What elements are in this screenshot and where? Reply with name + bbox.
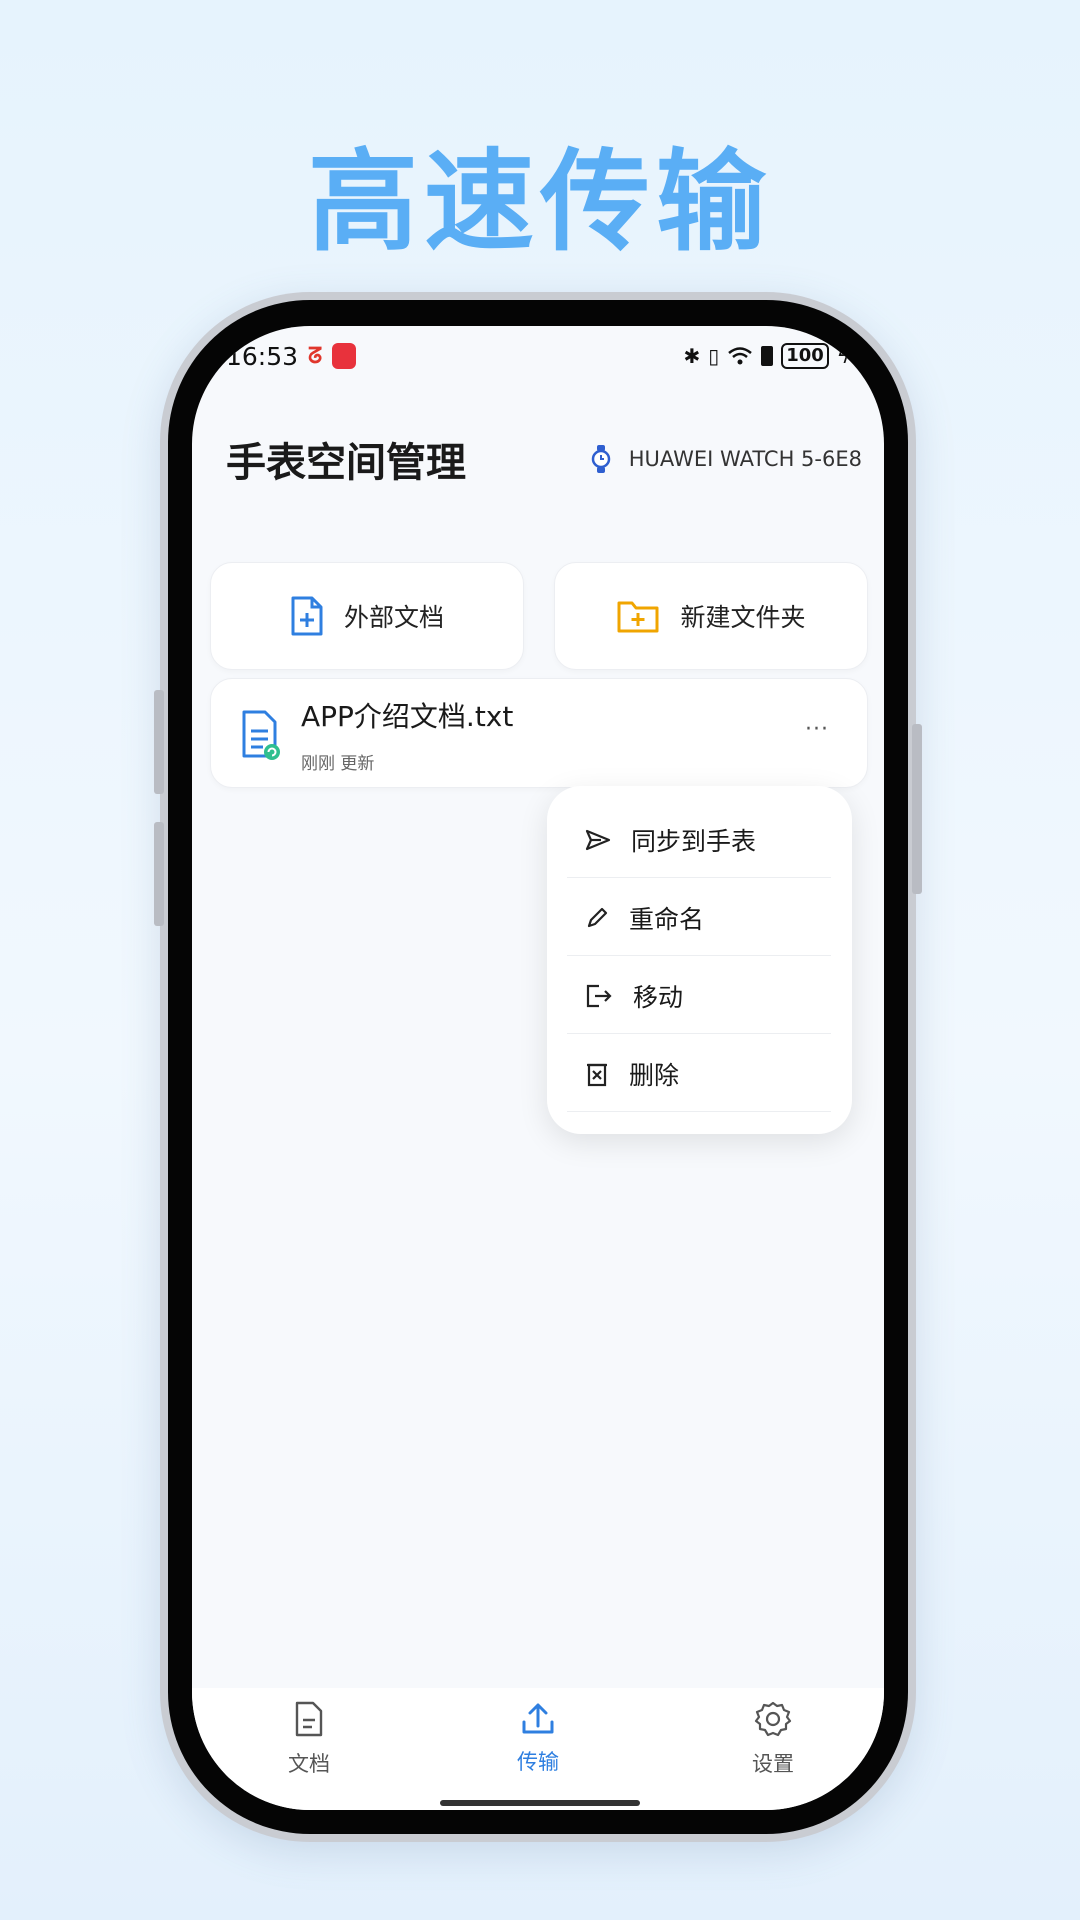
power-button bbox=[912, 724, 922, 894]
bluetooth-icon: ✱ bbox=[683, 344, 701, 368]
send-icon bbox=[585, 829, 611, 850]
tab-settings[interactable]: 设置 bbox=[713, 1700, 833, 1778]
notification-icon: ᘔ bbox=[308, 343, 323, 369]
file-name: APP介绍文档.txt bbox=[301, 700, 514, 733]
tab-documents[interactable]: 文档 bbox=[249, 1700, 369, 1778]
battery-indicator: 100 bbox=[781, 343, 829, 369]
home-indicator[interactable] bbox=[440, 1800, 640, 1806]
new-folder-button[interactable]: 新建文件夹 bbox=[554, 562, 868, 670]
tab-label: 设置 bbox=[752, 1752, 794, 1776]
bottom-tab-bar: 文档 传输 设置 bbox=[192, 1688, 884, 1810]
delete-icon bbox=[587, 1063, 607, 1086]
move-icon bbox=[586, 984, 612, 1007]
menu-item-sync-to-watch[interactable]: 同步到手表 bbox=[567, 802, 831, 878]
pencil-icon bbox=[587, 907, 608, 927]
menu-item-label: 同步到手表 bbox=[631, 826, 757, 856]
wifi-icon bbox=[728, 347, 753, 365]
menu-item-label: 移动 bbox=[633, 982, 684, 1012]
volume-down-button bbox=[154, 822, 164, 926]
tab-label: 文档 bbox=[288, 1752, 330, 1776]
file-updated-label: 更新 bbox=[340, 754, 375, 774]
device-name: HUAWEI WATCH 5-6E8 bbox=[628, 447, 862, 471]
external-document-label: 外部文档 bbox=[343, 603, 444, 632]
menu-item-rename[interactable]: 重命名 bbox=[567, 880, 831, 956]
promo-headline: 高速传输 bbox=[308, 138, 772, 266]
charging-icon: ϟ bbox=[836, 344, 850, 368]
text-file-icon bbox=[241, 709, 281, 761]
status-time: 16:53 bbox=[226, 341, 299, 371]
watch-icon bbox=[591, 445, 610, 473]
sim-icon bbox=[761, 346, 774, 366]
add-document-icon bbox=[291, 596, 323, 636]
file-status: 刚刚 更新 bbox=[301, 749, 374, 774]
menu-item-label: 重命名 bbox=[629, 904, 705, 934]
add-folder-icon bbox=[617, 601, 659, 633]
more-options-button[interactable]: ··· bbox=[805, 717, 829, 742]
file-list-item[interactable]: APP介绍文档.txt 刚刚 更新 ··· bbox=[210, 678, 868, 788]
page-title: 手表空间管理 bbox=[226, 440, 466, 486]
upload-icon bbox=[522, 1703, 554, 1734]
menu-item-move[interactable]: 移动 bbox=[567, 958, 831, 1034]
device-selector[interactable]: HUAWEI WATCH 5-6E8 bbox=[591, 444, 862, 474]
menu-item-delete[interactable]: 删除 bbox=[567, 1036, 831, 1112]
external-document-button[interactable]: 外部文档 bbox=[210, 562, 524, 670]
phone-screen: 16:53 ᘔ ✱ ▯ 100 ϟ 手表空间管理 HUAWEI WATCH 5-… bbox=[192, 326, 884, 1810]
new-folder-label: 新建文件夹 bbox=[680, 603, 806, 632]
context-menu: 同步到手表 重命名 移动 删除 bbox=[547, 786, 852, 1134]
vibrate-icon: ▯ bbox=[708, 344, 720, 368]
tab-transfer[interactable]: 传输 bbox=[478, 1700, 598, 1776]
status-bar: 16:53 ᘔ ✱ ▯ 100 ϟ bbox=[226, 336, 850, 376]
file-updated-time: 刚刚 bbox=[301, 754, 335, 774]
gear-icon bbox=[754, 1701, 792, 1737]
menu-item-label: 删除 bbox=[629, 1060, 680, 1090]
volume-up-button bbox=[154, 690, 164, 794]
document-icon bbox=[295, 1701, 323, 1737]
app-gallery-icon bbox=[332, 343, 357, 369]
tab-label: 传输 bbox=[517, 1750, 559, 1774]
